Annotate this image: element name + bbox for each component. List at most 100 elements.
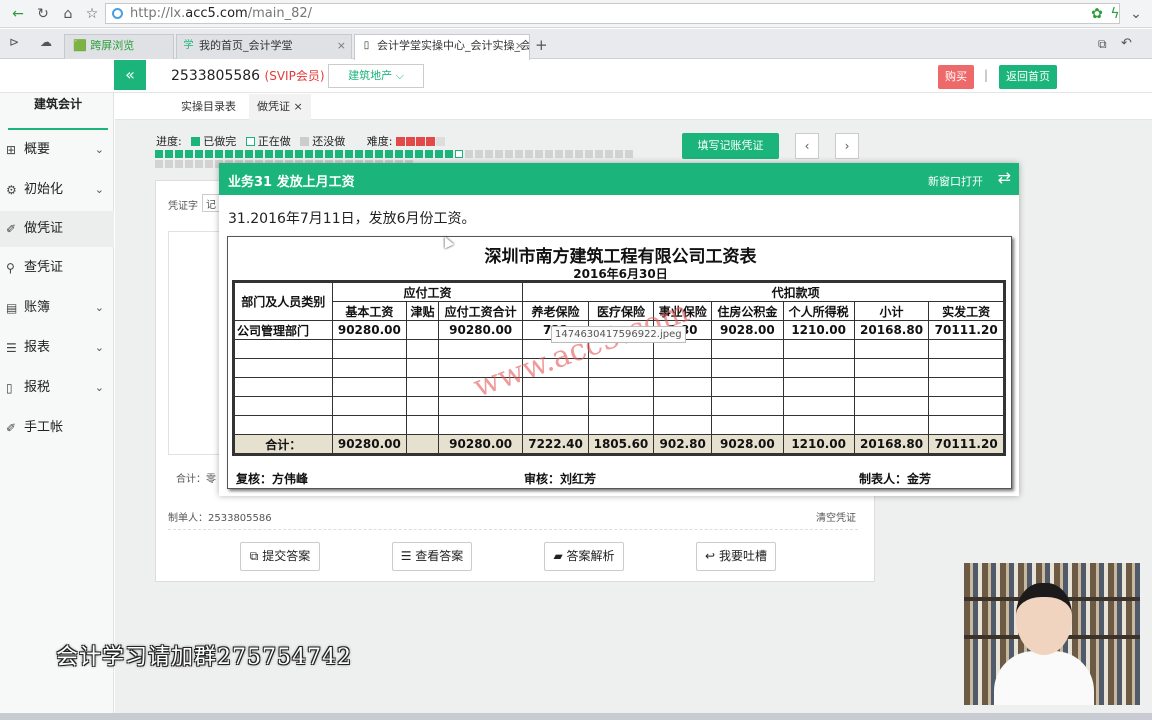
cloud-icon[interactable]: ☁ [40,35,52,49]
sidebar-item-make-voucher[interactable]: ✐ 做凭证 [0,211,114,247]
progress-step[interactable] [485,150,493,158]
progress-step[interactable] [305,150,313,158]
progress-step[interactable] [215,150,223,158]
tab-cross-screen[interactable]: 🟩 跨屏浏览 [64,34,174,59]
progress-step[interactable] [395,150,403,158]
progress-step[interactable] [475,150,483,158]
close-icon[interactable]: × [515,35,524,57]
reload-icon[interactable]: ↻ [33,4,53,24]
submit-answer-button[interactable]: ⧉ 提交答案 [240,542,320,571]
progress-step[interactable] [435,150,443,158]
next-button[interactable]: › [835,133,859,159]
progress-step[interactable] [565,150,573,158]
swap-icon[interactable]: ⇄ [998,168,1011,187]
progress-step[interactable] [455,150,463,158]
progress-step[interactable] [555,150,563,158]
progress-step[interactable] [185,160,193,168]
home-icon[interactable]: ⌂ [58,4,78,24]
progress-step[interactable] [595,150,603,158]
lightning-icon[interactable]: ϟ [1105,4,1125,24]
progress-step[interactable] [545,150,553,158]
progress-step[interactable] [315,150,323,158]
fill-voucher-button[interactable]: 填写记账凭证 [682,133,779,159]
progress-step[interactable] [495,150,503,158]
tab-catalog[interactable]: 实操目录表 [173,94,244,120]
sidebar-item-manual[interactable]: ✐ 手工帐 [0,410,114,446]
sidebar-item-overview[interactable]: ⊞ 概要 ⌄ [0,132,114,168]
progress-step[interactable] [605,150,613,158]
view-answer-button[interactable]: ☰ 查看答案 [392,542,472,571]
industry-dropdown[interactable]: 建筑地产 ⌵ [328,64,424,88]
progress-step[interactable] [175,150,183,158]
sidebar-item-init[interactable]: ⚙ 初始化 ⌄ [0,172,114,208]
taskbar [0,713,1152,720]
undo-icon[interactable]: ↶ [1121,36,1132,51]
progress-step[interactable] [575,150,583,158]
progress-step[interactable] [295,150,303,158]
progress-step[interactable] [235,150,243,158]
collapse-sidebar-button[interactable]: « [114,60,146,90]
open-new-window-link[interactable]: 新窗口打开 [928,173,983,189]
clear-voucher-link[interactable]: 清空凭证 [816,509,856,524]
progress-step[interactable] [425,150,433,158]
progress-step[interactable] [185,150,193,158]
sidebar-item-reports[interactable]: ☰ 报表 ⌄ [0,330,114,366]
progress-step[interactable] [155,150,163,158]
extension-icon[interactable]: ✿ [1087,4,1107,24]
progress-step[interactable] [265,150,273,158]
progress-step[interactable] [525,150,533,158]
progress-step[interactable] [535,150,543,158]
answer-analysis-button[interactable]: ▰ 答案解析 [544,542,624,571]
progress-step[interactable] [275,150,283,158]
progress-step[interactable] [165,150,173,158]
table-cell [587,396,655,416]
progress-step[interactable] [465,150,473,158]
progress-step[interactable] [285,150,293,158]
progress-step[interactable] [625,150,633,158]
prev-button[interactable]: ‹ [795,133,819,159]
progress-step[interactable] [205,150,213,158]
progress-step[interactable] [415,150,423,158]
progress-step[interactable] [375,150,383,158]
progress-step[interactable] [205,160,213,168]
progress-step[interactable] [195,160,203,168]
progress-step[interactable] [405,150,413,158]
back-icon[interactable]: ← [8,4,28,24]
progress-step[interactable] [225,150,233,158]
progress-step[interactable] [255,150,263,158]
feedback-button[interactable]: ↩ 我要吐槽 [696,542,776,571]
progress-step[interactable] [385,150,393,158]
sidebar-item-search-voucher[interactable]: ⚲ 查凭证 [0,250,114,286]
tab-make-voucher[interactable]: 做凭证 × [249,94,311,120]
progress-step[interactable] [365,150,373,158]
progress-step[interactable] [355,150,363,158]
star-icon[interactable]: ☆ [82,4,102,24]
sidebar-item-ledger[interactable]: ▤ 账簿 ⌄ [0,290,114,326]
progress-step[interactable] [505,150,513,158]
table-cell [331,339,408,359]
back-home-button[interactable]: 返回首页 [999,65,1057,89]
progress-step[interactable] [325,150,333,158]
buy-button[interactable]: 购买 [938,65,974,89]
progress-step[interactable] [445,150,453,158]
chevron-down-icon[interactable]: ⌄ [1126,4,1146,24]
new-tab-icon[interactable]: + [535,36,548,54]
progress-step[interactable] [175,160,183,168]
progress-step[interactable] [195,150,203,158]
progress-step[interactable] [515,150,523,158]
progress-step[interactable] [245,150,253,158]
progress-step[interactable] [345,150,353,158]
url-input[interactable]: http://lx.acc5.com/main_82/ [105,3,1120,24]
sidebar-item-tax[interactable]: ▯ 报税 ⌄ [0,370,114,406]
progress-step[interactable] [615,150,623,158]
progress-step[interactable] [585,150,593,158]
close-icon[interactable]: × [294,100,303,113]
sidebar-toggle-icon[interactable]: ⊳ [9,35,19,49]
tab-home[interactable]: 学我的首页_会计学堂 × [176,34,352,59]
progress-step[interactable] [165,160,173,168]
close-icon[interactable]: × [337,35,346,57]
tabs-overview-icon[interactable]: ⧉ [1098,37,1107,52]
tab-practice-center[interactable]: ▯ 会计学堂实操中心_会计实操_会 × [354,34,530,60]
progress-step[interactable] [335,150,343,158]
progress-step[interactable] [155,160,163,168]
